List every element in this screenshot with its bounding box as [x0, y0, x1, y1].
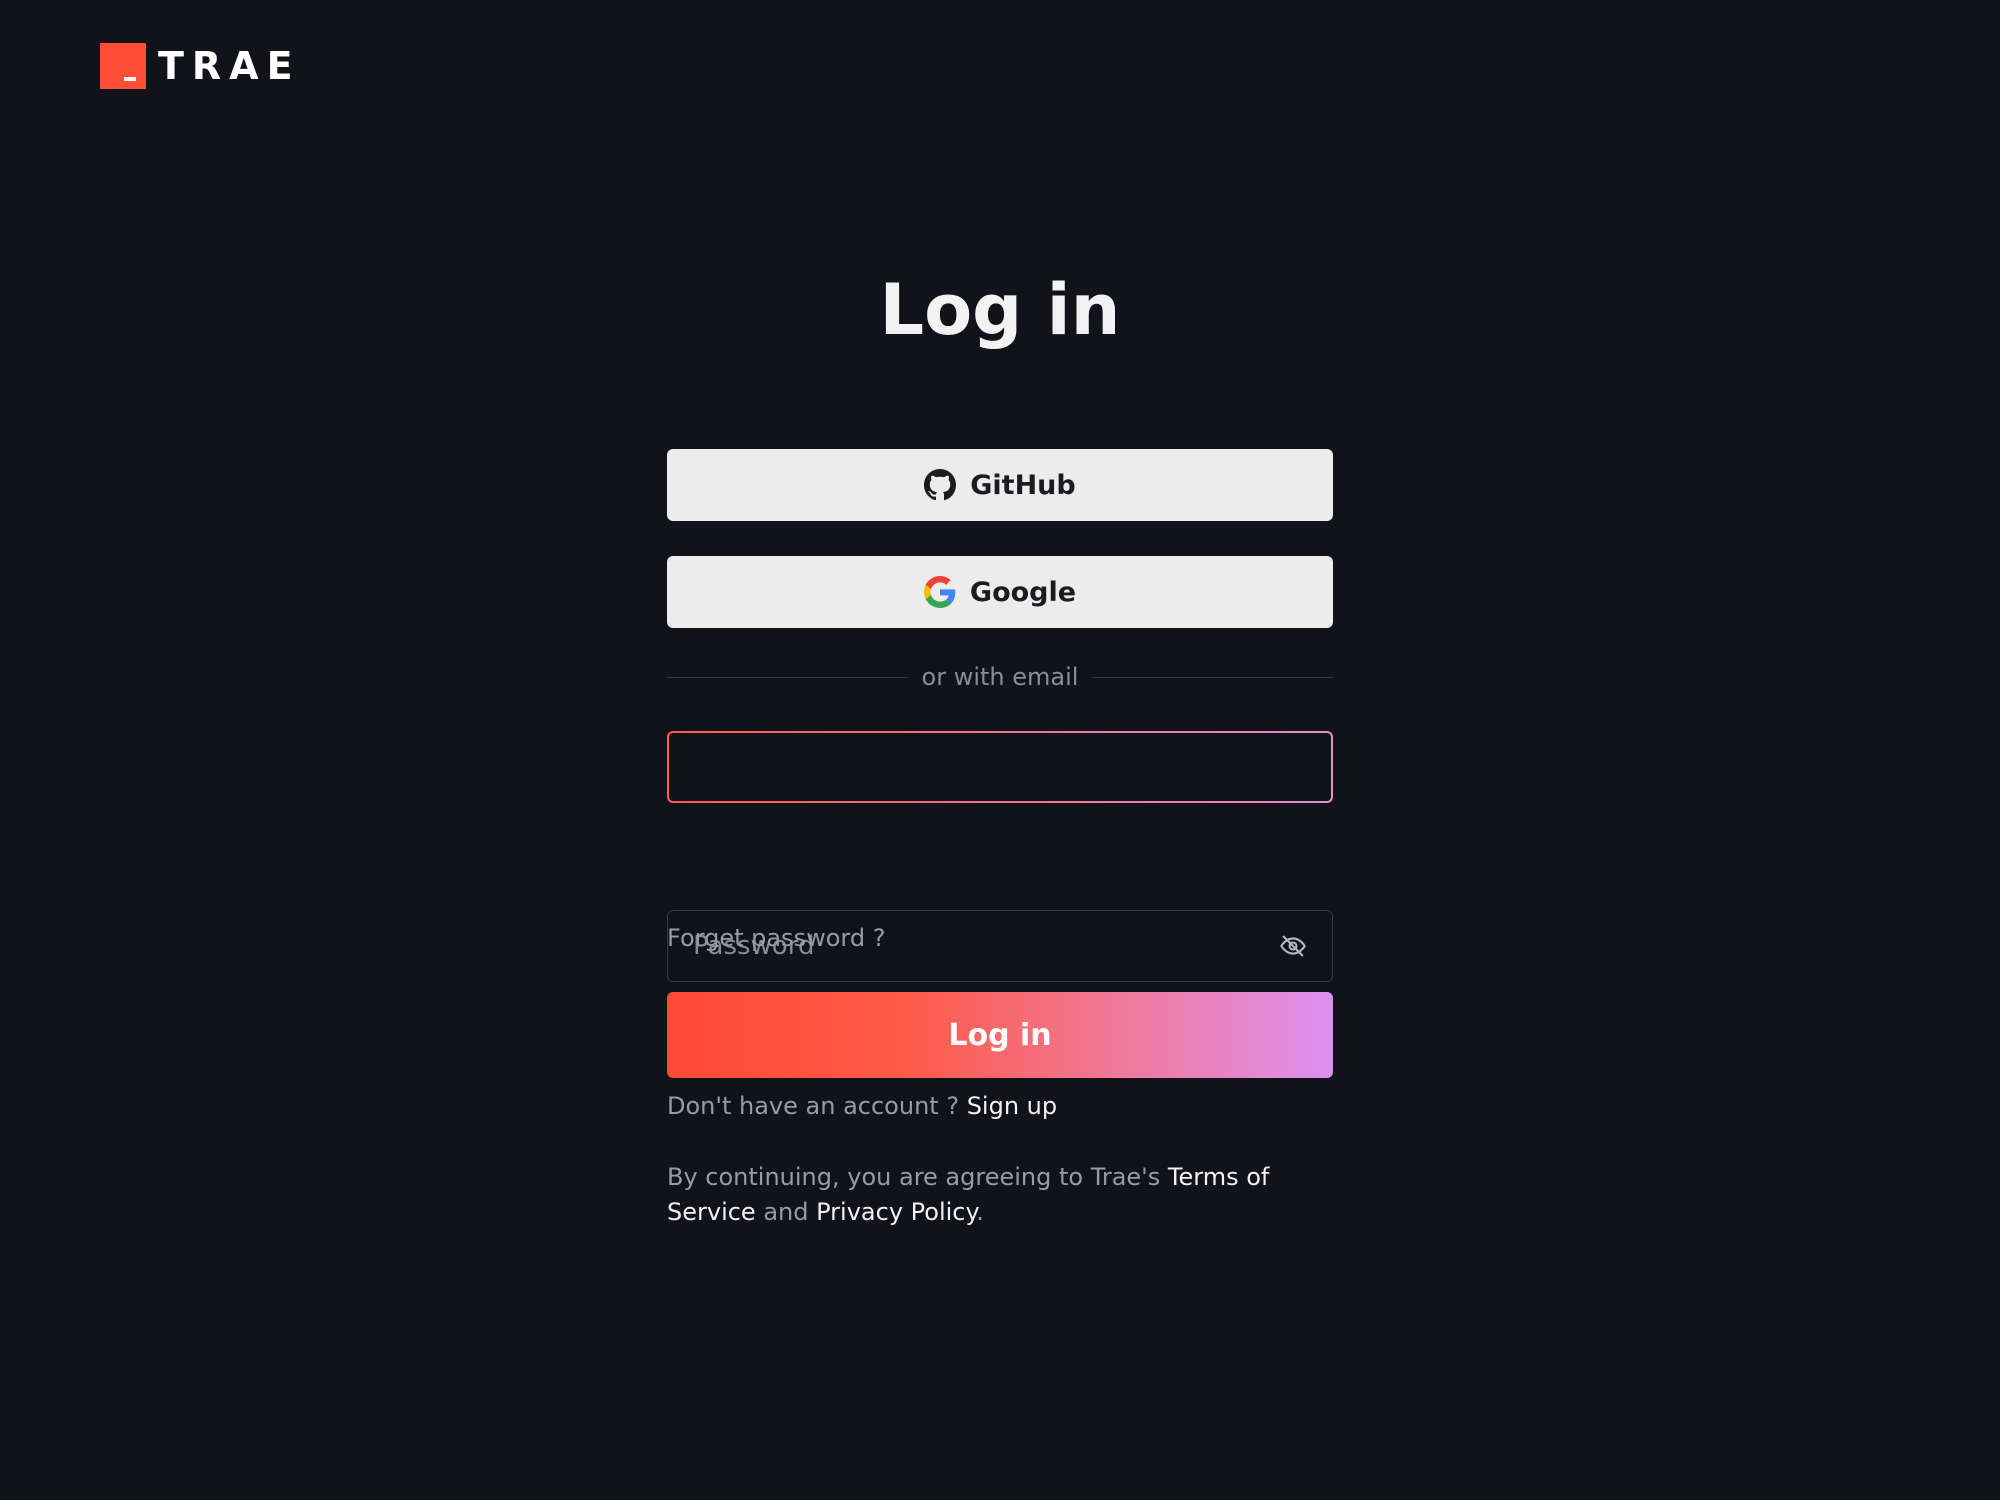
brand-wordmark: TRAE	[158, 44, 301, 88]
legal-suffix: .	[976, 1198, 984, 1226]
github-icon	[924, 469, 957, 501]
login-submit-button[interactable]: Log in	[667, 992, 1333, 1078]
email-field[interactable]	[667, 731, 1333, 803]
forget-password-label: Forget password ?	[667, 924, 886, 952]
divider-text: or with email	[921, 663, 1079, 691]
or-divider: or with email	[667, 663, 1334, 691]
brand-logo[interactable]: TRAE	[100, 43, 301, 89]
legal-middle: and	[755, 1198, 817, 1226]
google-button-label: Google	[969, 576, 1077, 608]
github-button-label: GitHub	[970, 469, 1076, 501]
page-title: Log in	[879, 269, 1121, 351]
privacy-policy-link[interactable]: Privacy Policy	[816, 1198, 976, 1226]
signup-prompt: Don't have an account ? Sign up	[667, 1092, 1333, 1120]
google-login-button[interactable]: Google	[667, 556, 1333, 628]
legal-notice: By continuing, you are agreeing to Trae'…	[667, 1160, 1333, 1230]
forget-password-link[interactable]: Forget password ?	[667, 924, 1333, 952]
google-icon	[923, 576, 956, 608]
signup-prompt-text: Don't have an account ?	[667, 1092, 967, 1120]
login-page: TRAE Log in GitHub Google or with email	[0, 0, 2000, 1500]
legal-prefix: By continuing, you are agreeing to Trae'…	[667, 1163, 1168, 1191]
login-submit-label: Log in	[948, 1017, 1052, 1053]
divider-line-right	[1092, 676, 1334, 678]
github-login-button[interactable]: GitHub	[667, 449, 1333, 521]
divider-line-left	[667, 676, 908, 678]
signup-link[interactable]: Sign up	[967, 1092, 1057, 1120]
email-input[interactable]	[669, 733, 1331, 801]
brand-mark-icon	[100, 43, 146, 89]
